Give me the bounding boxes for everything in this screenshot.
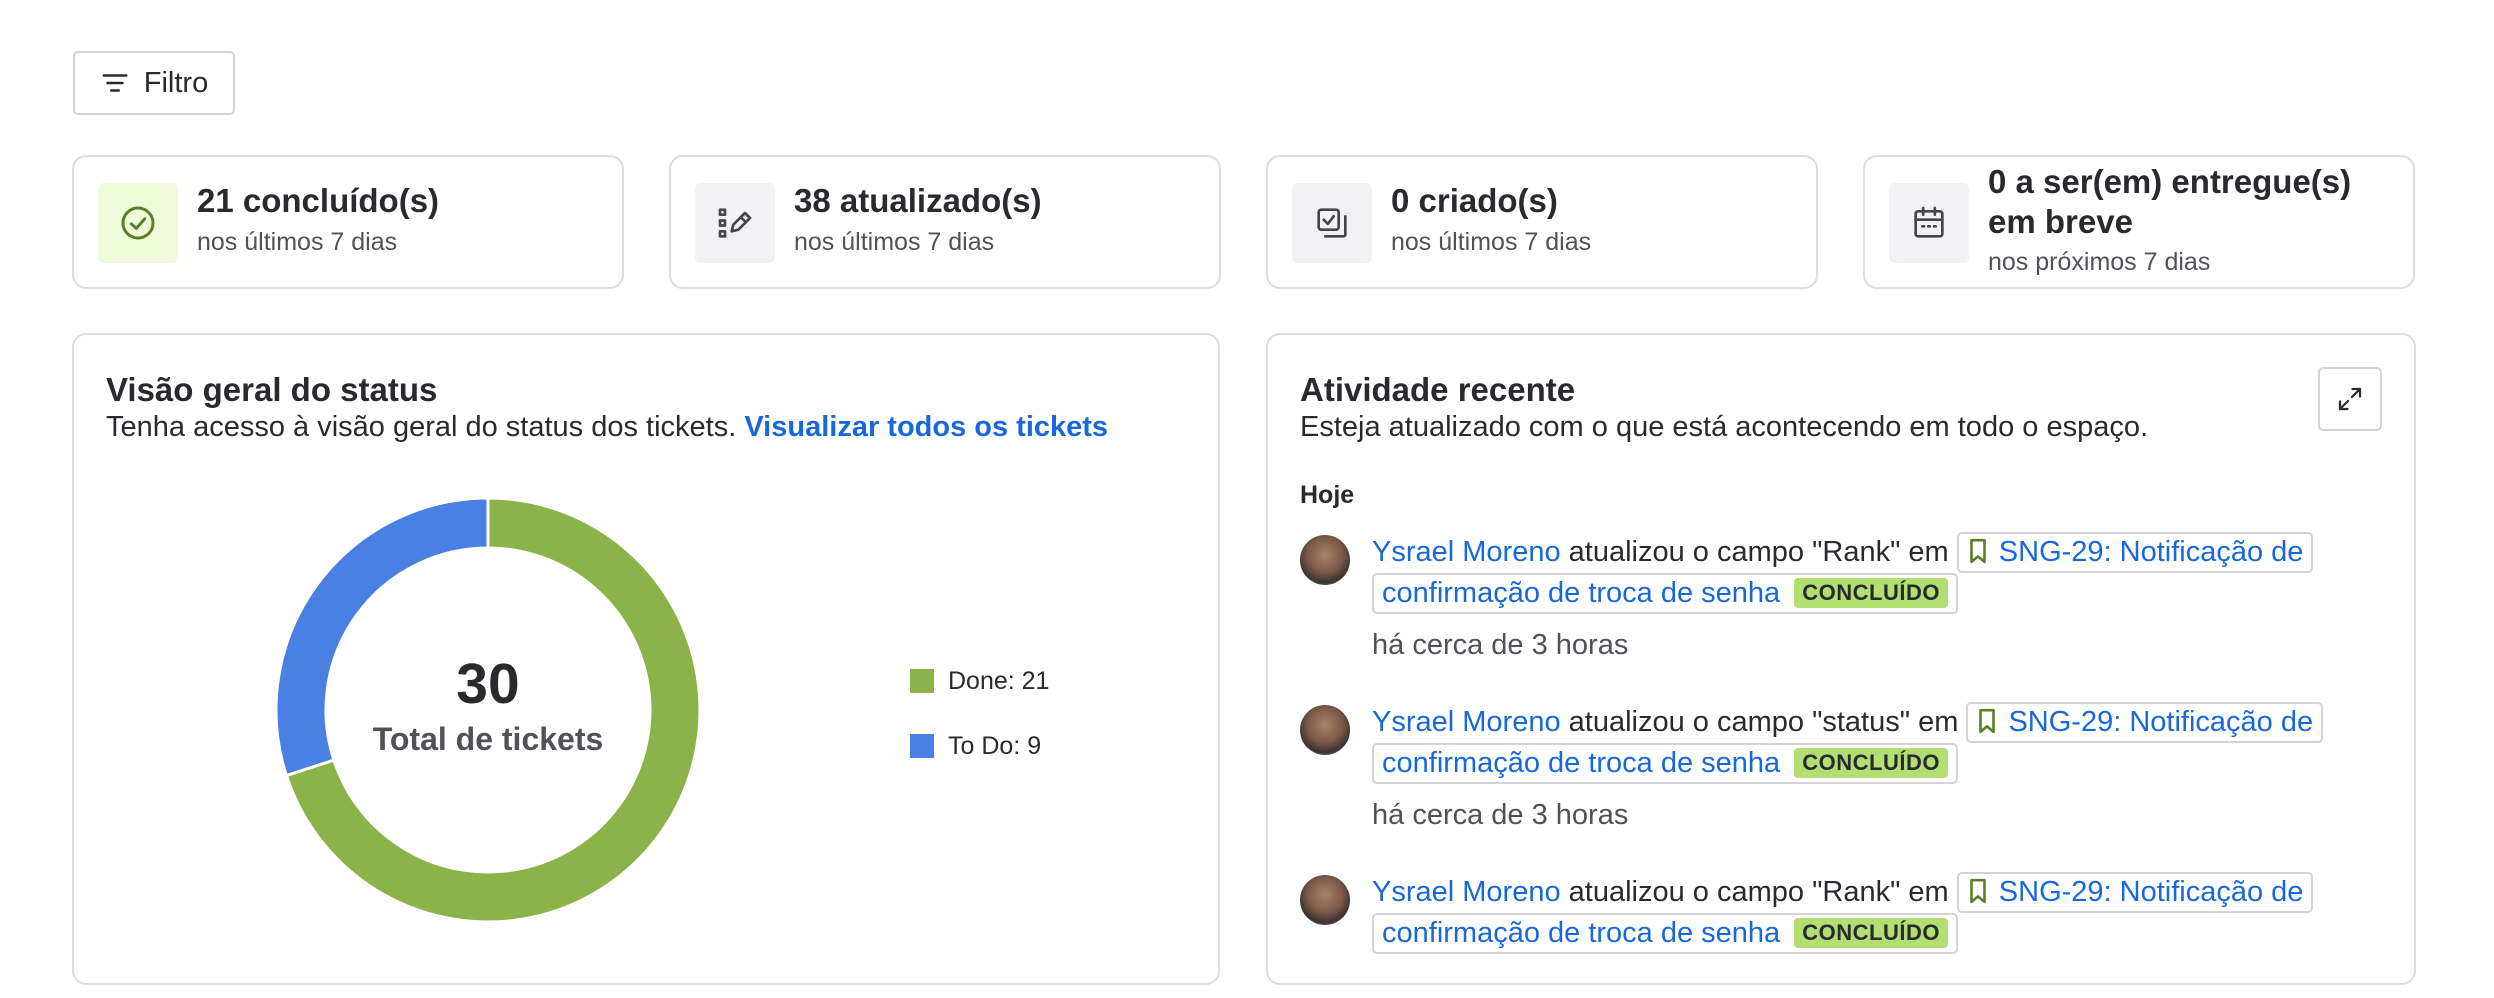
activity-action: atualizou o campo "Rank" em bbox=[1560, 876, 1957, 908]
stat-title: 0 criado(s) bbox=[1391, 182, 1558, 219]
legend-swatch-done bbox=[910, 669, 934, 693]
bookmark-icon bbox=[1969, 538, 1986, 564]
activity-user-link[interactable]: Ysrael Moreno bbox=[1372, 876, 1561, 908]
legend-item-todo[interactable]: To Do: 9 bbox=[910, 731, 1049, 761]
calendar-icon bbox=[1889, 183, 1969, 263]
copy-check-icon bbox=[1292, 183, 1372, 263]
bookmark-icon bbox=[1979, 708, 1996, 734]
legend-label-done: Done: 21 bbox=[948, 666, 1050, 695]
recent-activity-panel: Atividade recente Esteja atualizado com … bbox=[1266, 333, 2416, 985]
bookmark-icon bbox=[1969, 878, 1986, 904]
filter-button[interactable]: Filtro bbox=[73, 51, 235, 115]
activity-text: Ysrael Moreno atualizou o campo "Rank" e… bbox=[1372, 872, 2402, 954]
check-circle-icon bbox=[98, 183, 178, 263]
recent-activity-description: Esteja atualizado com o que está acontec… bbox=[1300, 411, 2149, 443]
stat-card-updated: 38 atualizado(s) nos últimos 7 dias bbox=[669, 155, 1221, 289]
stat-card-done: 21 concluído(s) nos últimos 7 dias bbox=[72, 155, 624, 289]
activity-user-link[interactable]: Ysrael Moreno bbox=[1372, 536, 1561, 568]
status-overview-description-text: Tenha acesso à visão geral do status dos… bbox=[106, 411, 737, 443]
chart-total-label: Total de tickets bbox=[373, 721, 604, 757]
activity-time: há cerca de 3 horas bbox=[1372, 629, 1629, 661]
status-donut-chart: 30 Total de tickets bbox=[274, 496, 702, 924]
activity-user-link[interactable]: Ysrael Moreno bbox=[1372, 706, 1561, 738]
stat-subtitle: nos últimos 7 dias bbox=[794, 228, 995, 256]
stat-subtitle: nos próximos 7 dias bbox=[1988, 248, 2211, 276]
filter-label: Filtro bbox=[143, 66, 209, 99]
status-overview-title: Visão geral do status bbox=[106, 371, 438, 408]
status-overview-panel: Visão geral do status Tenha acesso à vis… bbox=[72, 333, 1220, 985]
activity-action: atualizou o campo "Rank" em bbox=[1560, 536, 1957, 568]
legend-label-todo: To Do: 9 bbox=[948, 731, 1042, 760]
activity-time: há cerca de 3 horas bbox=[1372, 799, 1629, 831]
stat-title: 21 concluído(s) bbox=[197, 182, 440, 219]
activity-text: Ysrael Moreno atualizou o campo "status"… bbox=[1372, 702, 2402, 784]
chart-total-value: 30 bbox=[456, 652, 519, 716]
stat-card-created: 0 criado(s) nos últimos 7 dias bbox=[1266, 155, 1818, 289]
legend-swatch-todo bbox=[910, 734, 934, 758]
avatar[interactable] bbox=[1300, 705, 1350, 755]
status-badge: CONCLUÍDO bbox=[1794, 918, 1948, 948]
stat-subtitle: nos últimos 7 dias bbox=[197, 228, 398, 256]
avatar[interactable] bbox=[1300, 535, 1350, 585]
stat-subtitle: nos últimos 7 dias bbox=[1391, 228, 1592, 256]
day-label: Hoje bbox=[1300, 481, 1355, 509]
filter-icon bbox=[102, 74, 128, 92]
activity-text: Ysrael Moreno atualizou o campo "Rank" e… bbox=[1372, 532, 2402, 614]
view-all-tickets-link[interactable]: Visualizar todos os tickets bbox=[744, 411, 1108, 443]
stat-title: 0 a ser(em) entregue(s) em breve bbox=[1988, 163, 2352, 240]
edit-list-icon bbox=[695, 183, 775, 263]
stat-title: 38 atualizado(s) bbox=[794, 182, 1042, 219]
activity-action: atualizou o campo "status" em bbox=[1560, 706, 1967, 738]
expand-button[interactable] bbox=[2318, 367, 2382, 431]
status-overview-description: Tenha acesso à visão geral do status dos… bbox=[106, 411, 1108, 444]
stat-card-due-soon: 0 a ser(em) entregue(s) em breve nos pró… bbox=[1863, 155, 2415, 289]
recent-activity-title: Atividade recente bbox=[1300, 371, 1576, 408]
status-badge: CONCLUÍDO bbox=[1794, 578, 1948, 608]
expand-icon bbox=[2338, 387, 2362, 411]
status-badge: CONCLUÍDO bbox=[1794, 748, 1948, 778]
avatar[interactable] bbox=[1300, 875, 1350, 925]
chart-legend: Done: 21 To Do: 9 bbox=[910, 666, 1049, 761]
legend-item-done[interactable]: Done: 21 bbox=[910, 666, 1049, 696]
